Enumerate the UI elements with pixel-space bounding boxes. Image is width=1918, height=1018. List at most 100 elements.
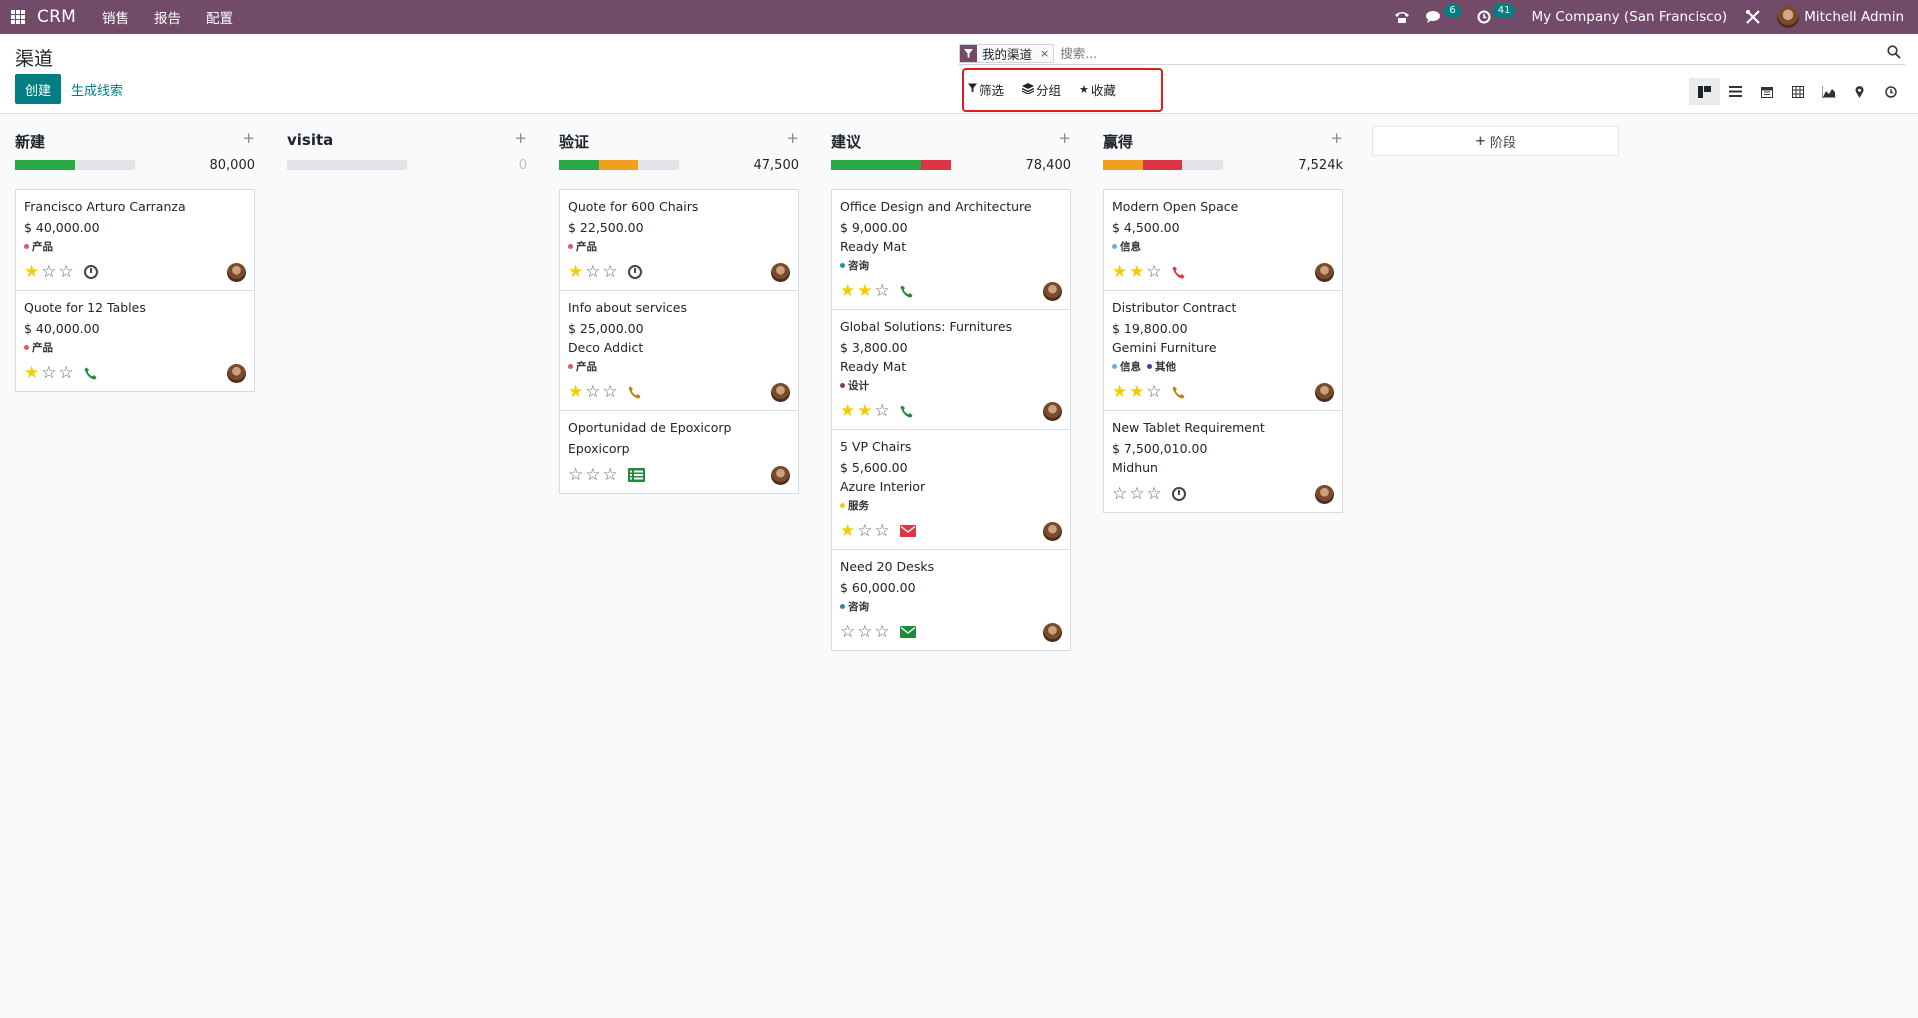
menu-sales[interactable]: 销售 [102,7,129,27]
star-empty-icon[interactable]: ☆ [41,263,56,281]
activity-clock-icon[interactable] [627,265,642,279]
priority-stars[interactable]: ★ ☆ ☆ [568,263,620,281]
user-menu[interactable]: Mitchell Admin [1804,9,1904,25]
opportunity-card[interactable]: Oportunidad de Epoxicorp Epoxicorp ☆ ☆ ☆ [559,410,799,494]
opportunity-card[interactable]: Need 20 Desks $ 60,000.00 咨询 ☆ ☆ ☆ [831,549,1071,651]
debug-tools-icon[interactable] [1745,9,1761,25]
star-empty-icon[interactable]: ☆ [568,466,583,484]
opportunity-card[interactable]: Francisco Arturo Carranza $ 40,000.00 产品 ★ ☆… [15,189,255,291]
activity-email-icon[interactable] [899,626,916,638]
messages-icon[interactable]: 6 [1426,4,1461,24]
opportunity-card[interactable]: New Tablet Requirement $ 7,500,010.00 Midh… [1103,410,1343,513]
column-add-icon[interactable]: + [786,129,799,147]
star-empty-icon[interactable]: ☆ [1129,485,1144,503]
map-view-icon[interactable] [1844,78,1875,105]
column-progress-bar[interactable] [831,160,951,170]
activity-phone-icon[interactable] [628,386,641,399]
star-filled-icon[interactable]: ★ [857,402,872,420]
star-empty-icon[interactable]: ☆ [1147,383,1162,401]
filter-button[interactable]: 筛选 [968,80,1004,99]
salesperson-avatar[interactable] [1315,263,1334,282]
salesperson-avatar[interactable] [1043,623,1062,642]
star-empty-icon[interactable]: ☆ [59,364,74,382]
priority-stars[interactable]: ☆ ☆ ☆ [840,623,892,641]
salesperson-avatar[interactable] [1043,402,1062,421]
apps-grid-icon[interactable] [11,10,25,24]
salesperson-avatar[interactable] [1043,282,1062,301]
calendar-view-icon[interactable] [1751,78,1782,105]
salesperson-avatar[interactable] [227,364,246,383]
column-progress-bar[interactable] [287,160,407,170]
progress-segment[interactable] [559,160,599,170]
star-filled-icon[interactable]: ★ [24,263,39,281]
star-filled-icon[interactable]: ★ [857,282,872,300]
progress-segment[interactable] [831,160,921,170]
star-empty-icon[interactable]: ☆ [857,623,872,641]
graph-view-icon[interactable] [1813,78,1844,105]
activity-phone-icon[interactable] [900,405,913,418]
star-filled-icon[interactable]: ★ [1112,383,1127,401]
opportunity-card[interactable]: Global Solutions: Furnitures $ 3,800.00 Re… [831,309,1071,430]
star-empty-icon[interactable]: ☆ [603,466,618,484]
favorites-button[interactable]: ★ 收藏 [1079,80,1116,99]
menu-reports[interactable]: 报告 [154,7,181,27]
column-title[interactable]: visita [287,131,333,149]
activity-phone-icon[interactable] [84,367,97,380]
activity-phone-icon[interactable] [1172,266,1185,279]
column-add-icon[interactable]: + [1330,129,1343,147]
star-filled-icon[interactable]: ★ [840,522,855,540]
star-empty-icon[interactable]: ☆ [585,466,600,484]
activity-phone-icon[interactable] [1172,386,1185,399]
activity-clock-icon[interactable] [83,265,98,279]
column-title[interactable]: 建议 [831,131,861,152]
star-filled-icon[interactable]: ★ [568,383,583,401]
star-filled-icon[interactable]: ★ [568,263,583,281]
star-filled-icon[interactable]: ★ [840,402,855,420]
create-button[interactable]: 创建 [15,74,61,104]
activities-icon[interactable]: 41 [1477,4,1516,24]
star-empty-icon[interactable]: ☆ [857,522,872,540]
column-add-icon[interactable]: + [242,129,255,147]
star-empty-icon[interactable]: ☆ [59,263,74,281]
priority-stars[interactable]: ★ ★ ☆ [840,282,892,300]
search-input[interactable] [1060,45,1905,61]
facet-remove-icon[interactable]: × [1036,44,1054,62]
star-filled-icon[interactable]: ★ [1129,383,1144,401]
column-title[interactable]: 赢得 [1103,131,1133,152]
progress-segment[interactable] [1142,160,1183,170]
salesperson-avatar[interactable] [771,263,790,282]
star-empty-icon[interactable]: ☆ [585,263,600,281]
generate-leads-button[interactable]: 生成线索 [71,74,123,104]
star-empty-icon[interactable]: ☆ [875,623,890,641]
star-filled-icon[interactable]: ★ [1112,263,1127,281]
opportunity-card[interactable]: Quote for 600 Chairs $ 22,500.00 产品 ★ ☆ ☆ [559,189,799,291]
star-empty-icon[interactable]: ☆ [585,383,600,401]
star-empty-icon[interactable]: ☆ [875,402,890,420]
priority-stars[interactable]: ★ ☆ ☆ [24,364,76,382]
column-title[interactable]: 验证 [559,131,589,152]
star-empty-icon[interactable]: ☆ [1147,485,1162,503]
group-by-button[interactable]: 分组 [1021,80,1061,99]
star-empty-icon[interactable]: ☆ [1147,263,1162,281]
opportunity-card[interactable]: Modern Open Space $ 4,500.00 信息 ★ ★ ☆ [1103,189,1343,291]
company-switcher[interactable]: My Company (San Francisco) [1531,9,1727,25]
priority-stars[interactable]: ★ ★ ☆ [840,402,892,420]
pivot-view-icon[interactable] [1782,78,1813,105]
activity-clock-icon[interactable] [1171,487,1186,501]
star-empty-icon[interactable]: ☆ [875,282,890,300]
progress-segment[interactable] [598,160,639,170]
kanban-view-icon[interactable] [1689,78,1720,105]
priority-stars[interactable]: ★ ☆ ☆ [24,263,76,281]
star-empty-icon[interactable]: ☆ [1112,485,1127,503]
opportunity-card[interactable]: 5 VP Chairs $ 5,600.00 Azure Interior 服务 ★ ☆ ☆ [831,429,1071,550]
star-empty-icon[interactable]: ☆ [603,383,618,401]
star-empty-icon[interactable]: ☆ [603,263,618,281]
opportunity-card[interactable]: Info about services $ 25,000.00 Deco Addic… [559,290,799,411]
salesperson-avatar[interactable] [771,383,790,402]
priority-stars[interactable]: ★ ☆ ☆ [840,522,892,540]
column-progress-bar[interactable] [15,160,135,170]
progress-segment[interactable] [1103,160,1143,170]
priority-stars[interactable]: ★ ★ ☆ [1112,263,1164,281]
progress-segment[interactable] [15,160,75,170]
priority-stars[interactable]: ★ ★ ☆ [1112,383,1164,401]
